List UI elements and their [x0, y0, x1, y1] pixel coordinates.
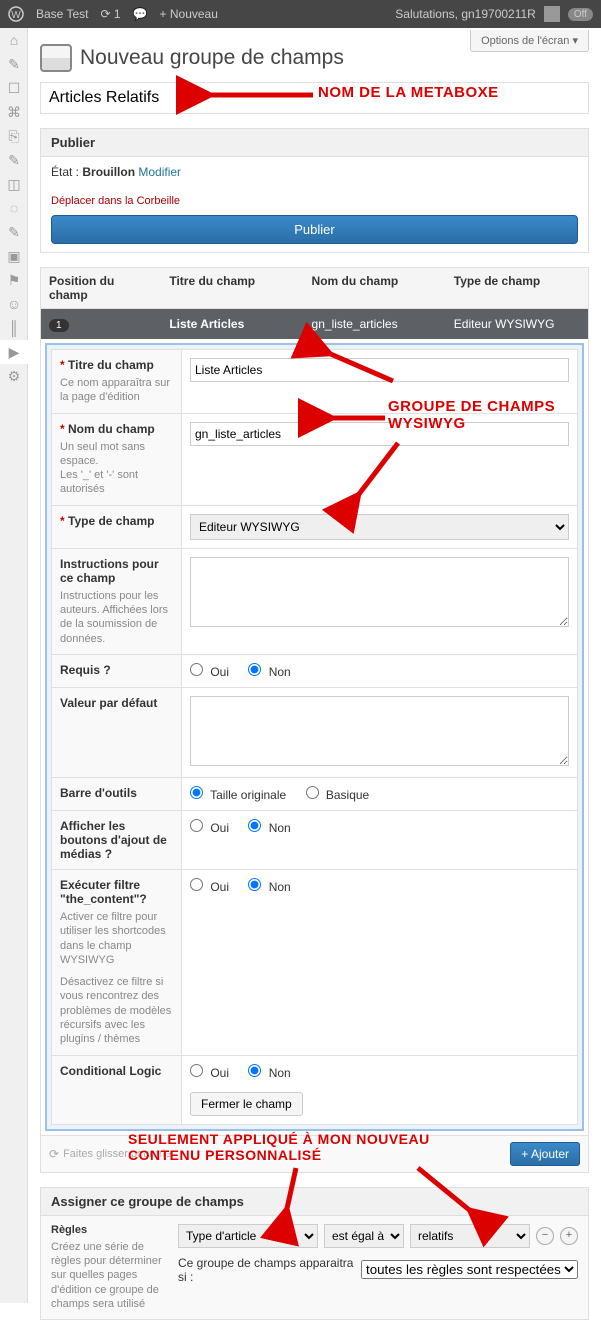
- admin-menu-rail: ⌂ ✎ ☐ ⌘ ⎘ ✎ ◫ ◌ ✎ ▣ ⚑ ☺ ║ ▶ ⚙: [0, 28, 28, 1303]
- assign-metabox: Assigner ce groupe de champs Règles Crée…: [40, 1187, 589, 1320]
- rule-operator-select[interactable]: est égal à: [324, 1224, 404, 1248]
- rule-param-select[interactable]: Type d'article: [178, 1224, 318, 1248]
- wordpress-logo-icon[interactable]: W: [8, 6, 24, 22]
- menu-generic2-icon[interactable]: ◫: [0, 172, 28, 196]
- rule-value-select[interactable]: relatifs: [410, 1224, 530, 1248]
- appear-condition-select[interactable]: toutes les règles sont respectées: [361, 1260, 578, 1279]
- col-name: Nom du champ: [304, 268, 446, 308]
- field-type-select[interactable]: Editeur WYSIWYG: [190, 514, 569, 540]
- appear-row: Ce groupe de champs apparaitra si : tout…: [178, 1256, 578, 1284]
- status-line: État : Brouillon Modifier: [51, 165, 578, 179]
- fields-actions-row: ⟳ Faites glisser pour trier + Ajouter: [40, 1136, 589, 1173]
- rule-row: Type d'article est égal à relatifs − +: [178, 1224, 578, 1248]
- publish-metabox: Publier État : Brouillon Modifier Déplac…: [40, 128, 589, 253]
- field-editor-panel: * Titre du champ Ce nom apparaîtra sur l…: [45, 343, 584, 1131]
- assign-heading: Assigner ce groupe de champs: [41, 1188, 588, 1216]
- rules-help: Créez une série de règles pour détermine…: [51, 1240, 168, 1311]
- chevron-down-icon: ▾: [572, 35, 578, 47]
- avatar[interactable]: [544, 6, 560, 22]
- filter-yes-radio[interactable]: Oui: [190, 880, 229, 894]
- add-field-button[interactable]: + Ajouter: [510, 1142, 580, 1166]
- menu-links-icon[interactable]: ⌘: [0, 100, 28, 124]
- menu-users-icon[interactable]: ☺: [0, 292, 28, 316]
- svg-text:W: W: [11, 10, 21, 21]
- col-position: Position du champ: [41, 268, 161, 308]
- toolbar-basic-radio[interactable]: Basique: [306, 788, 370, 802]
- toolbar-full-radio[interactable]: Taille originale: [190, 788, 286, 802]
- required-no-radio[interactable]: Non: [248, 665, 290, 679]
- move-trash-link[interactable]: Déplacer dans la Corbeille: [51, 195, 180, 207]
- conditional-no-radio[interactable]: Non: [248, 1066, 290, 1080]
- menu-generic3-icon[interactable]: ✎: [0, 220, 28, 244]
- admin-bar: W Base Test ⟳ 1 💬 + Nouveau Salutations,…: [0, 0, 601, 28]
- col-type: Type de champ: [446, 268, 588, 308]
- field-instructions-textarea[interactable]: [190, 557, 569, 627]
- menu-media-icon[interactable]: ☐: [0, 76, 28, 100]
- filter-no-radio[interactable]: Non: [248, 880, 290, 894]
- menu-pages-icon[interactable]: ⎘: [0, 124, 28, 148]
- main-content: Options de l'écran ▾ Nouveau groupe de c…: [28, 28, 601, 1344]
- field-summary-row[interactable]: 1 Liste Articles gn_liste_articles Edite…: [41, 309, 588, 339]
- menu-generic-icon[interactable]: ✎: [0, 148, 28, 172]
- menu-custom-fields-icon[interactable]: ▶: [0, 340, 28, 364]
- default-value-textarea[interactable]: [190, 696, 569, 766]
- order-badge: 1: [49, 319, 69, 332]
- menu-tools-icon[interactable]: ║: [0, 316, 28, 340]
- comments-icon[interactable]: 💬: [133, 7, 148, 21]
- media-yes-radio[interactable]: Oui: [190, 821, 229, 835]
- fields-header: Position du champ Titre du champ Nom du …: [41, 268, 588, 309]
- menu-dashboard-icon[interactable]: ⌂: [0, 28, 28, 52]
- remove-rule-button[interactable]: −: [536, 1227, 554, 1245]
- menu-posts-icon[interactable]: ✎: [0, 52, 28, 76]
- rules-label: Règles: [51, 1224, 168, 1236]
- menu-plugins-icon[interactable]: ⚑: [0, 268, 28, 292]
- menu-appearance-icon[interactable]: ▣: [0, 244, 28, 268]
- publish-heading: Publier: [41, 129, 588, 157]
- new-content-link[interactable]: + Nouveau: [160, 7, 218, 21]
- field-name-input[interactable]: [190, 422, 569, 446]
- required-yes-radio[interactable]: Oui: [190, 665, 229, 679]
- off-toggle[interactable]: Off: [568, 8, 593, 21]
- menu-comments-icon[interactable]: ◌: [0, 196, 28, 220]
- conditional-yes-radio[interactable]: Oui: [190, 1066, 229, 1080]
- fields-box: Position du champ Titre du champ Nom du …: [40, 267, 589, 1136]
- drag-hint-text: Faites glisser pour trier: [63, 1148, 175, 1160]
- drag-hint-icon: ⟳: [49, 1147, 59, 1161]
- screen-options-tab[interactable]: Options de l'écran ▾: [470, 30, 589, 52]
- modify-status-link[interactable]: Modifier: [138, 165, 181, 179]
- refresh-icon[interactable]: ⟳ 1: [100, 7, 120, 21]
- group-title-input[interactable]: [40, 82, 589, 114]
- publish-button[interactable]: Publier: [51, 215, 578, 244]
- close-field-button[interactable]: Fermer le champ: [190, 1092, 303, 1116]
- menu-settings-icon[interactable]: ⚙: [0, 364, 28, 388]
- page-title: Nouveau groupe de champs: [80, 46, 344, 70]
- site-name[interactable]: Base Test: [36, 7, 88, 21]
- field-title-input[interactable]: [190, 358, 569, 382]
- col-title: Titre du champ: [161, 268, 303, 308]
- add-rule-button[interactable]: +: [560, 1227, 578, 1245]
- media-no-radio[interactable]: Non: [248, 821, 290, 835]
- salutation-text: Salutations, gn19700211R: [395, 7, 536, 21]
- field-group-icon: [40, 44, 72, 72]
